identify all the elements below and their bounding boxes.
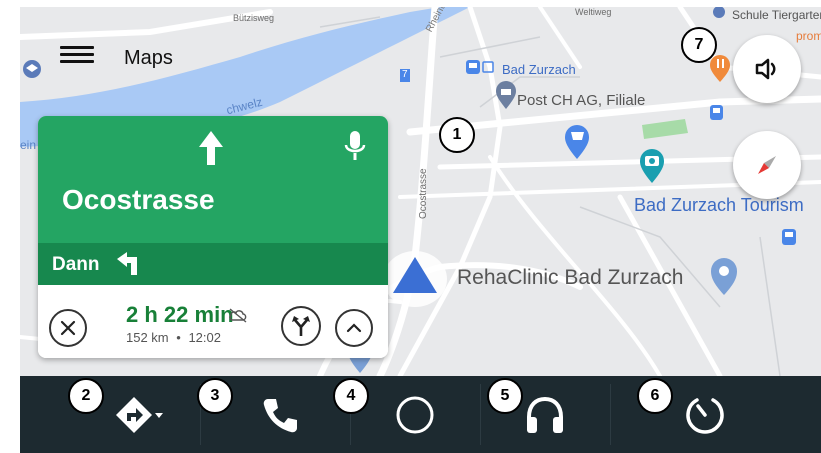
badge-7: 7 bbox=[681, 27, 717, 63]
school-icon-top[interactable] bbox=[713, 7, 725, 18]
current-location-arrow-icon bbox=[383, 251, 447, 307]
trip-distance: 152 km bbox=[126, 330, 169, 345]
dock-home-button[interactable] bbox=[360, 376, 470, 453]
volume-icon bbox=[755, 58, 776, 80]
transit-icon[interactable] bbox=[466, 60, 494, 74]
bottom-dock bbox=[20, 376, 821, 453]
home-circle-icon bbox=[396, 396, 434, 433]
dock-divider bbox=[480, 384, 481, 445]
directions-icon bbox=[116, 396, 163, 433]
eta-duration: 2 h 22 min bbox=[126, 302, 234, 328]
trip-info-panel: 2 h 22 min 152 km • 12:02 bbox=[38, 285, 388, 358]
trip-details: 152 km • 12:02 bbox=[126, 330, 221, 345]
trip-separator: • bbox=[176, 330, 181, 345]
route-options-button[interactable] bbox=[281, 306, 321, 346]
post-pin-icon[interactable] bbox=[496, 81, 516, 109]
location-pin-icon[interactable] bbox=[711, 258, 737, 295]
phone-icon bbox=[263, 398, 297, 432]
menu-button[interactable] bbox=[60, 42, 94, 68]
badge-5: 5 bbox=[487, 378, 523, 414]
bus-stop-icon-2[interactable] bbox=[782, 229, 796, 245]
expand-trip-button[interactable] bbox=[335, 309, 373, 347]
eta-hours: 2 h bbox=[126, 302, 158, 327]
microphone-icon[interactable] bbox=[343, 129, 367, 163]
headphones-icon bbox=[527, 396, 563, 433]
dock-divider bbox=[610, 384, 611, 445]
badge-3: 3 bbox=[197, 378, 233, 414]
turn-left-icon bbox=[117, 252, 137, 275]
straight-arrow-icon bbox=[199, 131, 223, 165]
menu-icon-line bbox=[60, 60, 94, 63]
badge-2: 2 bbox=[68, 378, 104, 414]
volume-button[interactable] bbox=[733, 35, 801, 103]
shopping-pin-icon[interactable] bbox=[565, 125, 589, 159]
fork-route-icon bbox=[292, 316, 310, 336]
arrival-time: 12:02 bbox=[188, 330, 221, 345]
menu-icon-line bbox=[60, 46, 94, 49]
dock-phone-button[interactable] bbox=[220, 376, 340, 453]
restaurant-pin-icon[interactable] bbox=[710, 55, 730, 82]
bus-stop-icon[interactable] bbox=[710, 105, 723, 120]
then-label: Dann bbox=[52, 254, 100, 275]
maneuver-panel[interactable]: Ocostrasse bbox=[38, 116, 388, 243]
camera-pin-icon[interactable] bbox=[640, 149, 664, 183]
compass-icon bbox=[758, 156, 776, 174]
close-icon bbox=[60, 320, 76, 336]
menu-icon-line bbox=[60, 53, 94, 56]
eta-minutes: 22 min bbox=[163, 302, 234, 327]
close-navigation-button[interactable] bbox=[49, 309, 87, 347]
compass-button[interactable] bbox=[733, 131, 801, 199]
badge-1: 1 bbox=[439, 117, 475, 153]
school-icon[interactable] bbox=[23, 60, 41, 78]
badge-6: 6 bbox=[637, 378, 673, 414]
dock-navigation-button[interactable] bbox=[90, 376, 190, 453]
chevron-up-icon bbox=[346, 323, 362, 333]
car-display: Bützisweg Weltiweg Schule Tiergarten pro… bbox=[20, 7, 821, 453]
next-street-name: Ocostrasse bbox=[62, 184, 215, 215]
navigation-card[interactable]: Ocostrasse Dann 2 h 22 min 152 km • 12:0… bbox=[38, 116, 388, 358]
badge-4: 4 bbox=[333, 378, 369, 414]
then-maneuver-bar: Dann bbox=[38, 243, 388, 285]
speedometer-icon bbox=[686, 397, 724, 434]
app-title: Maps bbox=[124, 47, 173, 69]
traffic-cloud-icon bbox=[229, 308, 247, 323]
